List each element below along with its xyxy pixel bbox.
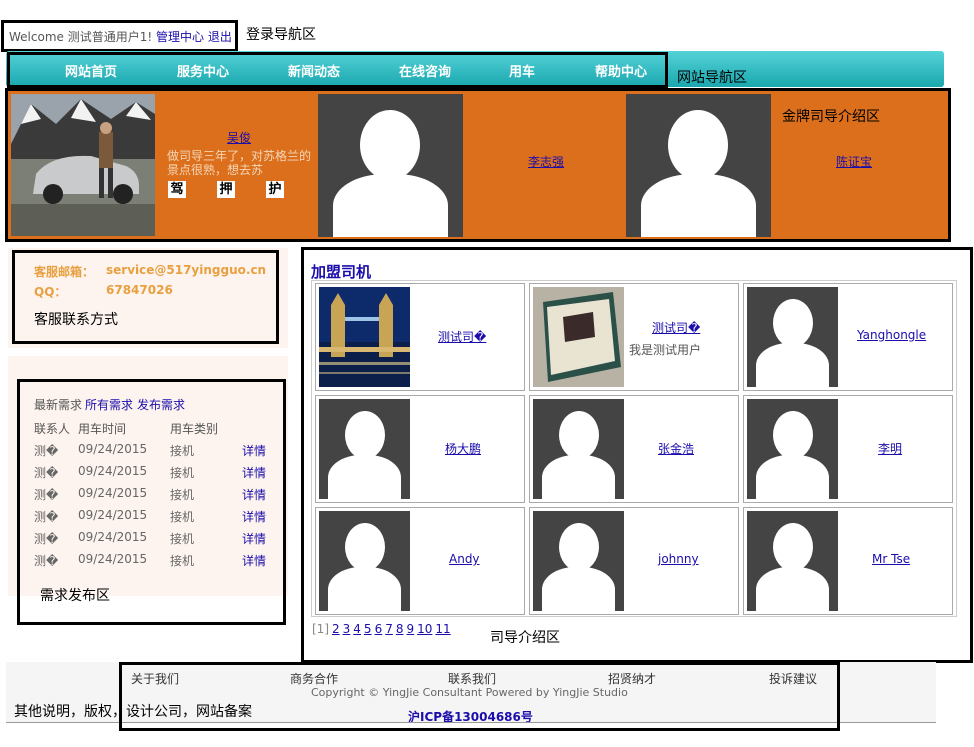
manage-center-link[interactable]: 管理中心: [156, 30, 204, 44]
gold-area-outline: [5, 88, 951, 242]
login-bar: Welcome 测试普通用户1! 管理中心 退出: [9, 28, 232, 45]
welcome-text: Welcome 测试普通用户1!: [9, 30, 153, 44]
nav-area-outline: [7, 52, 668, 88]
drivers-area-outline: [301, 247, 973, 663]
footer-area-outline: [119, 662, 840, 731]
nav-area-annotation: 网站导航区: [677, 70, 747, 86]
logout-link[interactable]: 退出: [208, 30, 232, 44]
login-area-annotation: 登录导航区: [246, 27, 316, 43]
service-area-outline: [12, 250, 279, 344]
demand-area-outline: [17, 379, 286, 625]
